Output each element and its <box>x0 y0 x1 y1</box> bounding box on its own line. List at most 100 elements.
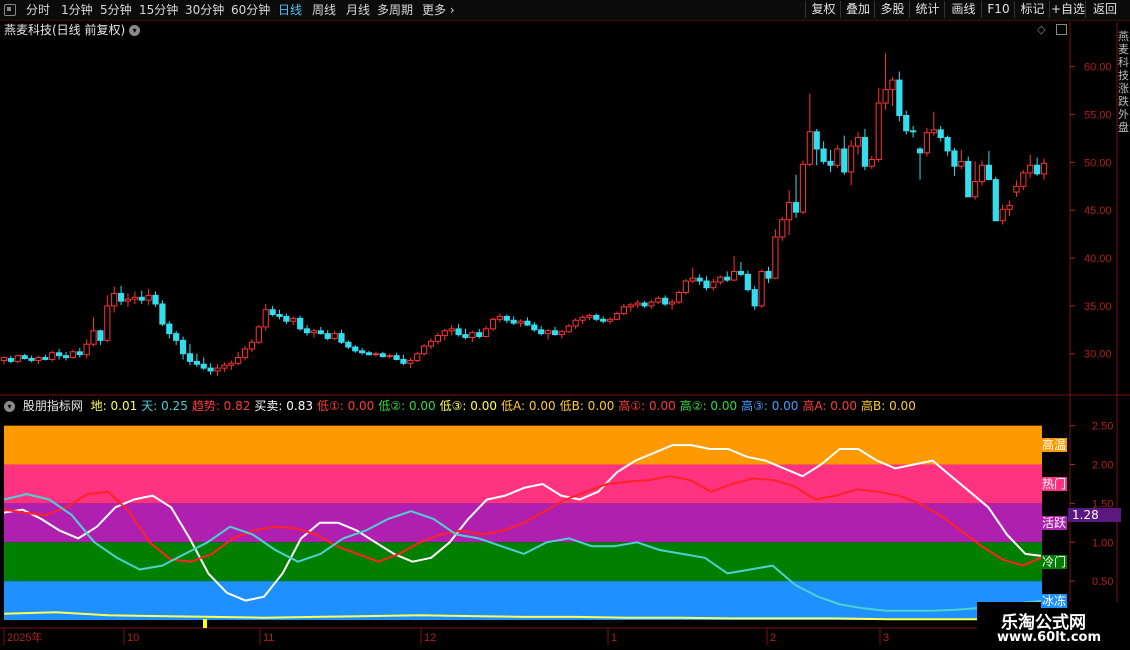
collapse-icon[interactable]: ▾ <box>4 401 15 412</box>
candle-38 <box>262 303 269 331</box>
period-tab-3[interactable]: 15分钟 <box>139 2 178 18</box>
candle-54 <box>372 351 380 357</box>
candle-90 <box>620 303 627 316</box>
period-tab-1[interactable]: 1分钟 <box>61 2 93 18</box>
stock-title[interactable]: 燕麦科技(日线 前复权) ▾ <box>4 21 141 38</box>
candle-125 <box>861 128 869 171</box>
candle-14 <box>97 329 104 346</box>
candle-93 <box>641 301 648 308</box>
price-tick-label-5: 35.00 <box>1084 301 1112 313</box>
candle-76 <box>524 317 531 326</box>
price-chart[interactable]: 60.00 55.00 50.00 45.00 40.00 35.00 30.00 2.50 2… <box>0 0 1130 650</box>
candle-141 <box>972 161 979 200</box>
toolbar-button-4[interactable]: 画线 <box>944 1 982 18</box>
candle-31 <box>214 364 221 376</box>
candle-81 <box>558 329 565 339</box>
period-tab-7[interactable]: 周线 <box>312 2 336 18</box>
candle-123 <box>848 140 855 186</box>
candle-147 <box>1013 180 1020 197</box>
candle-80 <box>551 326 559 336</box>
candle-72 <box>496 313 503 323</box>
candle-110 <box>758 269 765 308</box>
candle-34 <box>235 351 242 366</box>
square-icon[interactable] <box>1056 24 1067 35</box>
date-label-1: 10 <box>127 632 139 644</box>
candle-0 <box>0 356 8 365</box>
candle-50 <box>345 340 352 349</box>
candle-124 <box>854 131 862 155</box>
candle-33 <box>228 360 235 370</box>
candle-43 <box>297 315 304 331</box>
watermark-logo: 乐淘公式网 www.60lt.com <box>977 602 1130 650</box>
period-tab-0[interactable]: 分时 <box>26 2 50 18</box>
toolbar-button-8[interactable]: 返回 <box>1085 1 1124 18</box>
toolbar-button-2[interactable]: 多股 <box>874 1 910 18</box>
candle-7 <box>49 350 56 362</box>
candle-135 <box>930 111 937 136</box>
period-tab-4[interactable]: 30分钟 <box>185 2 224 18</box>
candle-109 <box>751 285 758 310</box>
candle-111 <box>765 266 772 283</box>
candle-101 <box>696 274 703 285</box>
indicator-value-3: 买卖: 0.83 <box>254 399 313 413</box>
diamond-icon[interactable]: ◇ <box>1037 23 1045 36</box>
candle-61 <box>421 344 428 356</box>
candle-126 <box>868 155 875 170</box>
chevron-down-icon[interactable]: ▾ <box>129 25 141 36</box>
candle-51 <box>352 345 359 353</box>
period-tab-5[interactable]: 60分钟 <box>231 2 270 18</box>
zone-label-1: 热门 <box>1041 476 1068 491</box>
candle-35 <box>241 346 249 361</box>
period-tab-8[interactable]: 月线 <box>346 2 370 18</box>
period-tab-2[interactable]: 5分钟 <box>100 2 132 18</box>
candle-23 <box>159 300 166 326</box>
candle-6 <box>42 354 49 361</box>
candle-67 <box>462 328 469 340</box>
candle-133 <box>916 147 924 180</box>
candle-143 <box>985 150 993 181</box>
candle-69 <box>476 328 483 339</box>
indicator-value-7: 低A: 0.00 <box>501 399 556 413</box>
toolbar-button-6[interactable]: 标记 <box>1014 1 1050 18</box>
toolbar-button-5[interactable]: F10 <box>981 1 1015 18</box>
candle-26 <box>179 336 187 360</box>
candle-105 <box>724 271 731 282</box>
candle-48 <box>331 330 338 341</box>
panel-toggle-icon[interactable] <box>4 4 16 16</box>
candle-113 <box>779 216 786 241</box>
candle-82 <box>565 324 572 333</box>
candle-100 <box>689 267 696 283</box>
date-label-4: 1 <box>611 632 617 644</box>
candle-107 <box>737 261 745 277</box>
toolbar-button-7[interactable]: +自选 <box>1049 1 1086 18</box>
period-tab-9[interactable]: 多周期 <box>377 2 413 18</box>
candle-137 <box>944 135 951 156</box>
period-tab-6[interactable]: 日线 <box>278 2 302 18</box>
watermark-url: www.60lt.com <box>997 630 1102 645</box>
candle-2 <box>14 354 21 364</box>
candle-21 <box>145 288 152 305</box>
candle-128 <box>882 53 889 110</box>
candle-144 <box>992 176 999 222</box>
candle-132 <box>910 126 917 138</box>
sidebar-vertical-text: 燕麦科技涨跌外盘 <box>1118 30 1129 134</box>
candle-55 <box>379 351 386 358</box>
candle-58 <box>400 354 407 366</box>
indicator-value-12: 高A: 0.00 <box>802 399 858 413</box>
candle-85 <box>586 313 593 321</box>
candle-29 <box>200 357 207 370</box>
toolbar-button-0[interactable]: 复权 <box>805 1 841 18</box>
price-tick-label-1: 55.00 <box>1084 110 1112 122</box>
period-tab-10[interactable]: 更多 › <box>422 2 455 18</box>
toolbar-button-3[interactable]: 统计 <box>909 1 945 18</box>
candle-1 <box>7 355 14 364</box>
indicator-series-1 <box>3 475 1045 567</box>
candle-40 <box>276 309 283 320</box>
zone-band-3 <box>4 542 1042 582</box>
candle-52 <box>359 347 366 355</box>
candle-10 <box>69 349 76 359</box>
toolbar-button-1[interactable]: 叠加 <box>840 1 875 18</box>
indicator-value-5: 低②: 0.00 <box>378 399 436 413</box>
zone-band-2 <box>4 503 1042 543</box>
candle-17 <box>117 285 125 305</box>
